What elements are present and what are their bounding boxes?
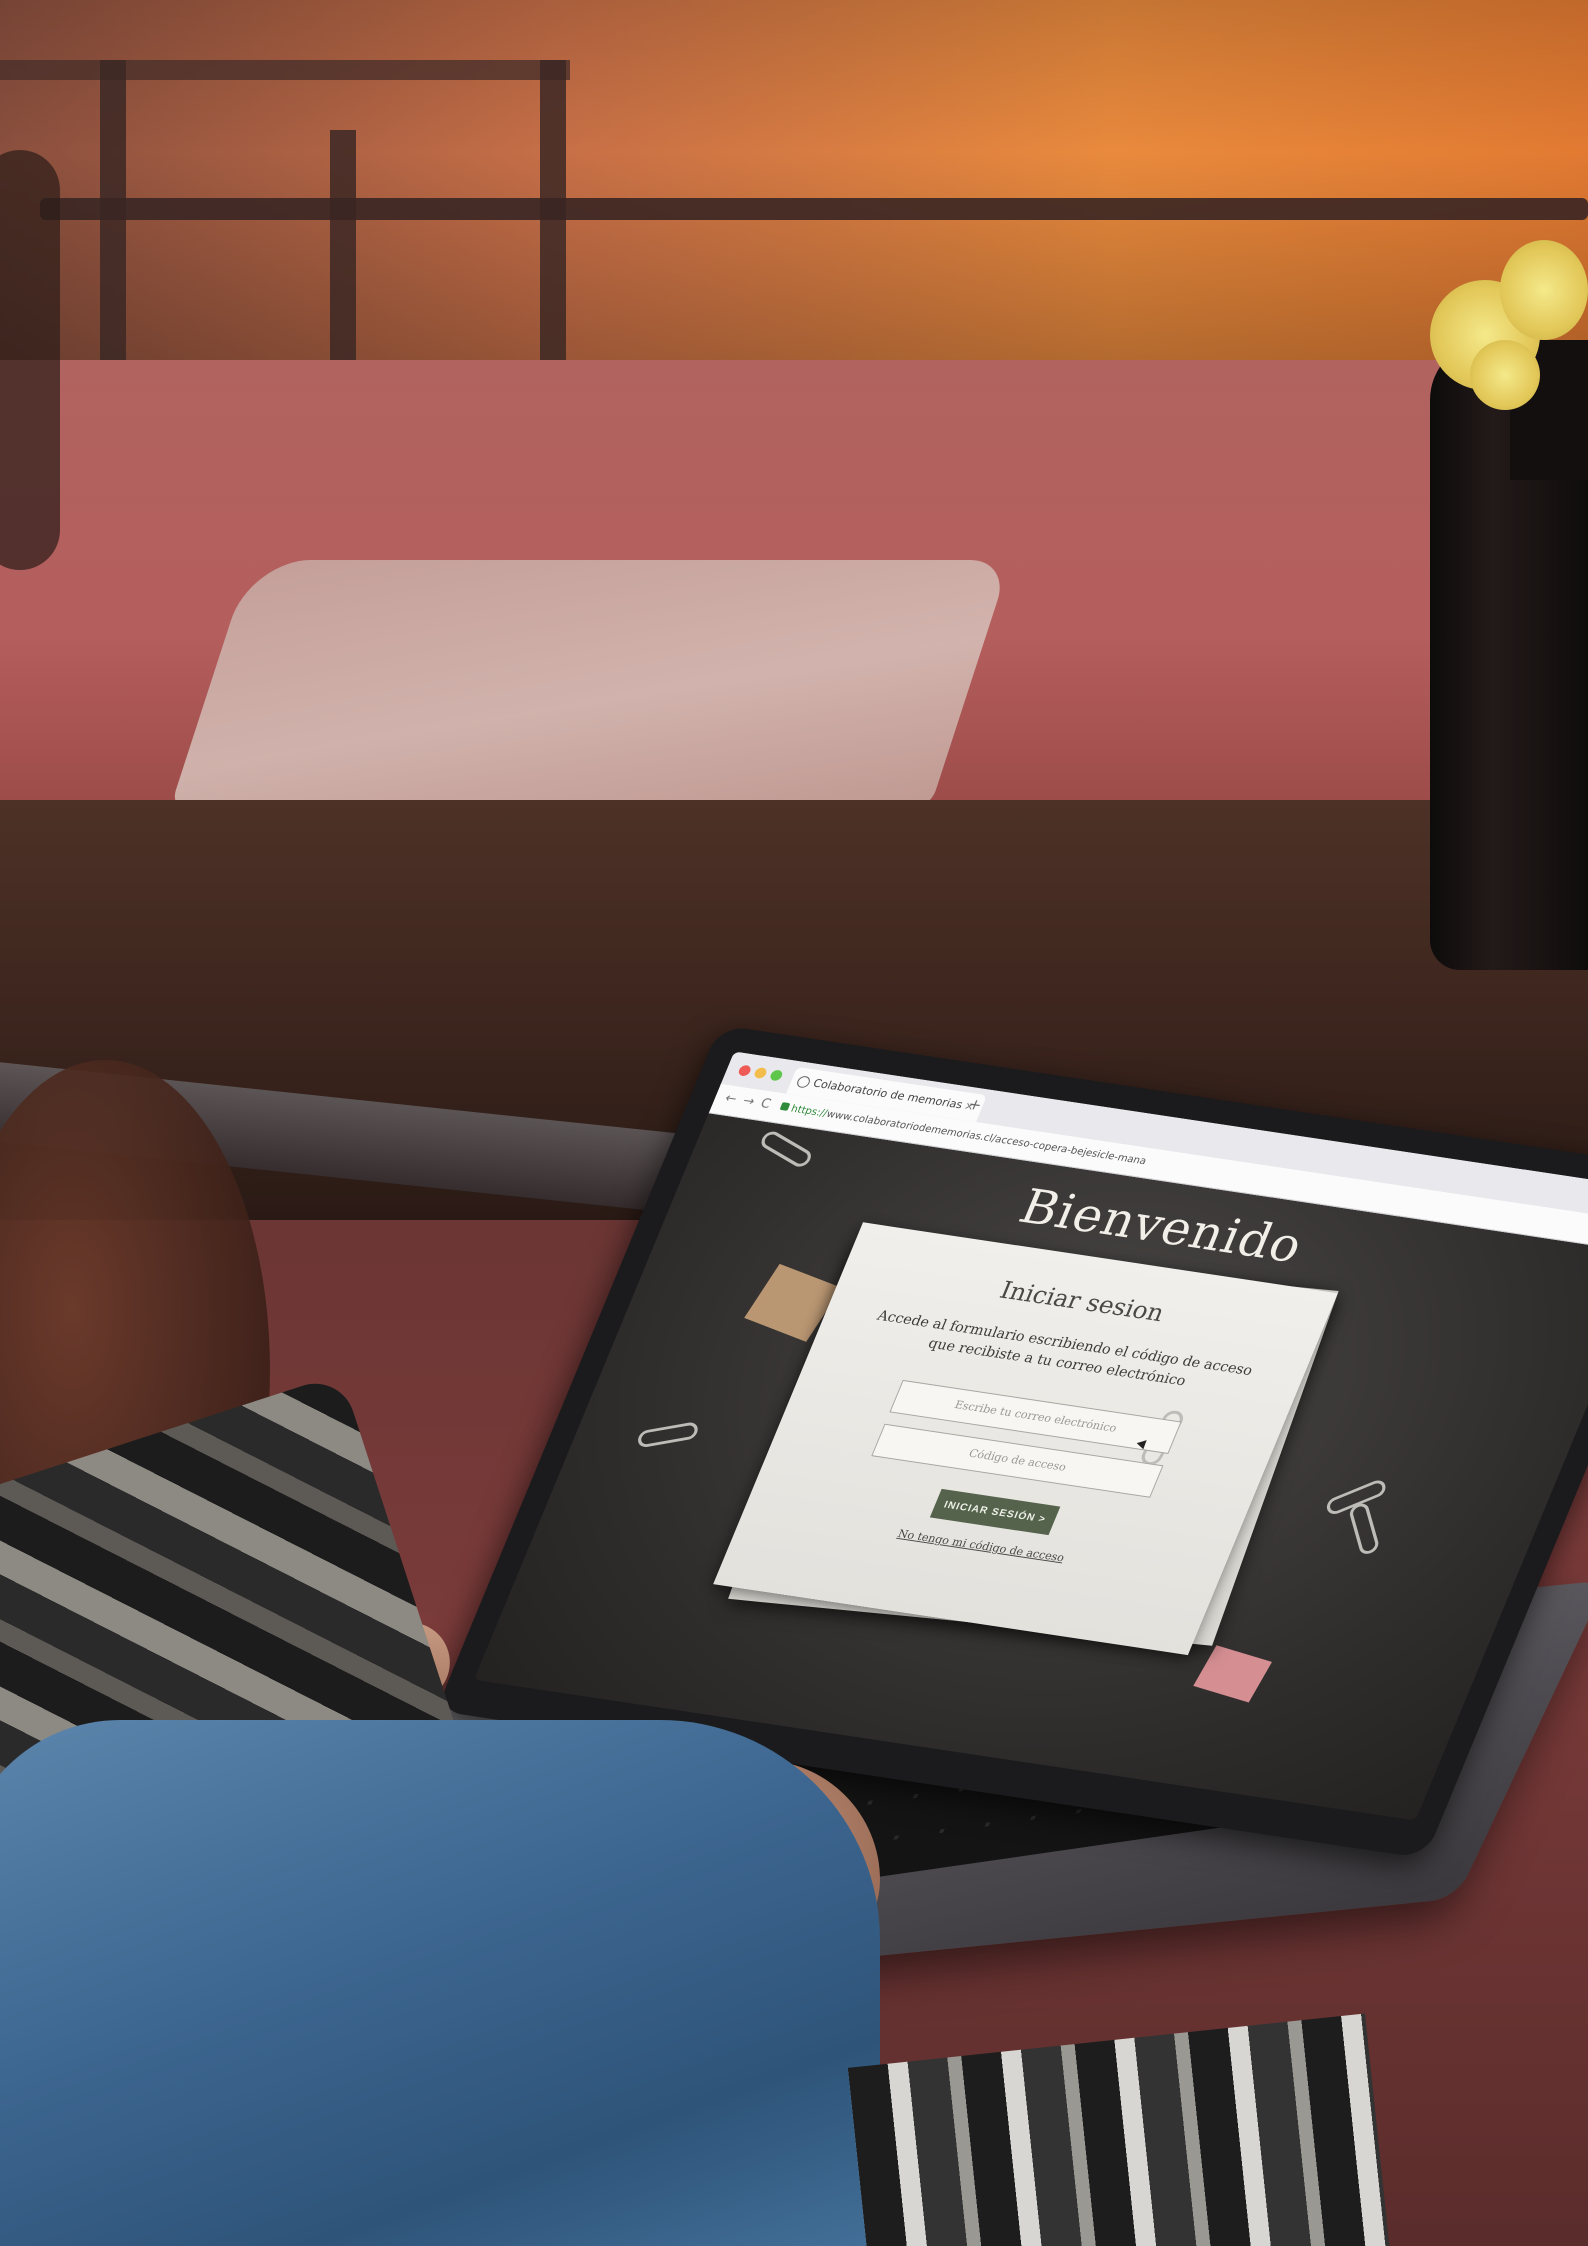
url-scheme: https://: [789, 1103, 829, 1120]
photo-scene: Colaboratorio de memorias × + ← → C http…: [0, 0, 1588, 2246]
paperclip-icon: [637, 1421, 698, 1449]
sticky-note-decoration: [1193, 1645, 1272, 1703]
minimize-window-icon[interactable]: [752, 1066, 769, 1080]
login-button[interactable]: INICIAR SESIÓN >: [929, 1488, 1061, 1536]
cushion: [169, 560, 1011, 810]
wall-shading: [0, 0, 1588, 380]
denim-jacket: [0, 1720, 880, 2246]
railing-post: [330, 130, 356, 360]
forward-arrow-icon[interactable]: →: [740, 1094, 757, 1110]
paperclip-icon: [1347, 1500, 1381, 1557]
railing-top: [0, 60, 570, 80]
yellow-flower: [1500, 240, 1588, 340]
maximize-window-icon[interactable]: [768, 1069, 784, 1082]
site-favicon-icon: [795, 1075, 812, 1089]
railing-bar: [40, 198, 1588, 220]
close-window-icon[interactable]: [737, 1064, 753, 1077]
yellow-flower: [1470, 340, 1540, 410]
back-arrow-icon[interactable]: ←: [722, 1091, 739, 1107]
reload-icon[interactable]: C: [758, 1096, 773, 1112]
person-silhouette: [0, 150, 60, 570]
lock-icon: [779, 1102, 791, 1111]
